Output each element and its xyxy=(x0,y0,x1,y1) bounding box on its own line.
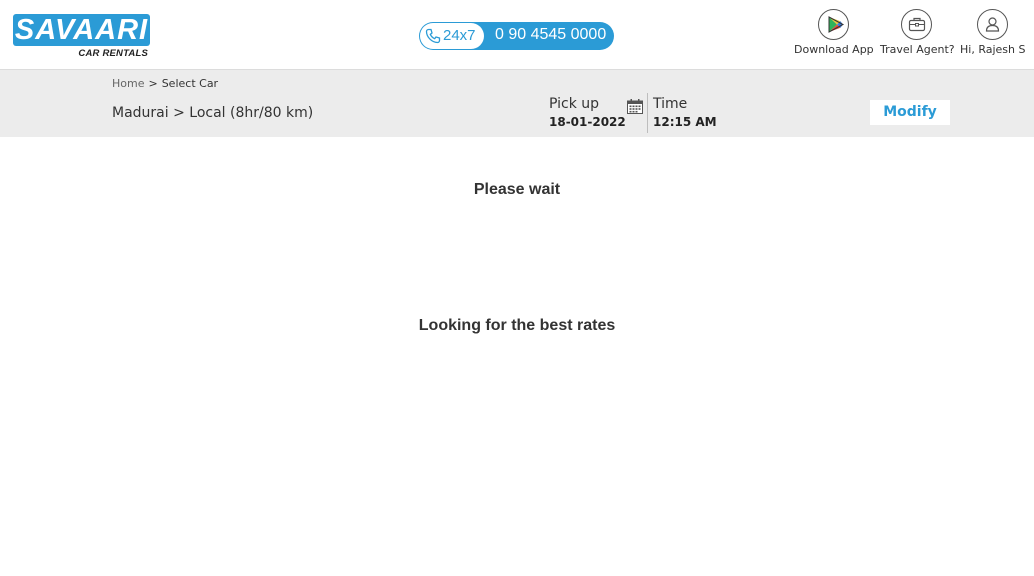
time-label: Time xyxy=(653,96,688,112)
download-app-link[interactable]: Download App xyxy=(794,9,874,56)
breadcrumb-home[interactable]: Home xyxy=(112,77,144,90)
user-account-menu[interactable]: Hi, Rajesh S xyxy=(960,9,1025,56)
date-time-divider xyxy=(647,93,648,133)
logo-name: SAVAARI xyxy=(14,14,149,46)
please-wait-text: Please wait xyxy=(473,181,561,198)
breadcrumb-current: Select Car xyxy=(161,77,219,90)
breadcrumb-separator: > xyxy=(148,77,158,90)
modify-button[interactable]: Modify xyxy=(870,100,950,125)
availability-text: 24x7 xyxy=(443,27,476,44)
availability-pill: 24x7 xyxy=(420,23,484,49)
phone-icon xyxy=(425,28,441,44)
logo-tagline: CAR RENTALS xyxy=(78,48,148,59)
play-store-icon xyxy=(818,9,849,40)
download-app-label: Download App xyxy=(794,43,874,56)
briefcase-icon xyxy=(901,9,932,40)
pickup-date-value: 18-01-2022 xyxy=(549,115,626,129)
travel-agent-link[interactable]: Travel Agent? xyxy=(880,9,955,56)
support-phone[interactable]: 24x7 0 90 4545 0000 xyxy=(419,22,614,50)
loading-status-text: Looking for the best rates xyxy=(418,317,616,334)
breadcrumb: Home > Select Car xyxy=(112,77,218,90)
pickup-label: Pick up xyxy=(549,96,600,112)
travel-agent-label: Travel Agent? xyxy=(880,43,955,56)
pickup-date: Pick up 18-01-2022 xyxy=(549,96,626,129)
user-greeting: Hi, Rajesh S xyxy=(960,43,1026,56)
pickup-time-value: 12:15 AM xyxy=(653,115,717,129)
trip-summary-bar: Home > Select Car Madurai > Local (8hr/80 … xyxy=(0,70,1034,137)
site-header: SAVAARI CAR RENTALS 24x7 0 90 4545 0000 … xyxy=(0,0,1034,70)
user-icon xyxy=(977,9,1008,40)
phone-number[interactable]: 0 90 4545 0000 xyxy=(495,26,606,44)
trip-route: Madurai > Local (8hr/80 km) xyxy=(112,105,314,121)
savaari-logo[interactable]: SAVAARI CAR RENTALS xyxy=(13,14,150,60)
pickup-time: Time 12:15 AM xyxy=(653,96,717,129)
calendar-icon xyxy=(627,99,643,114)
